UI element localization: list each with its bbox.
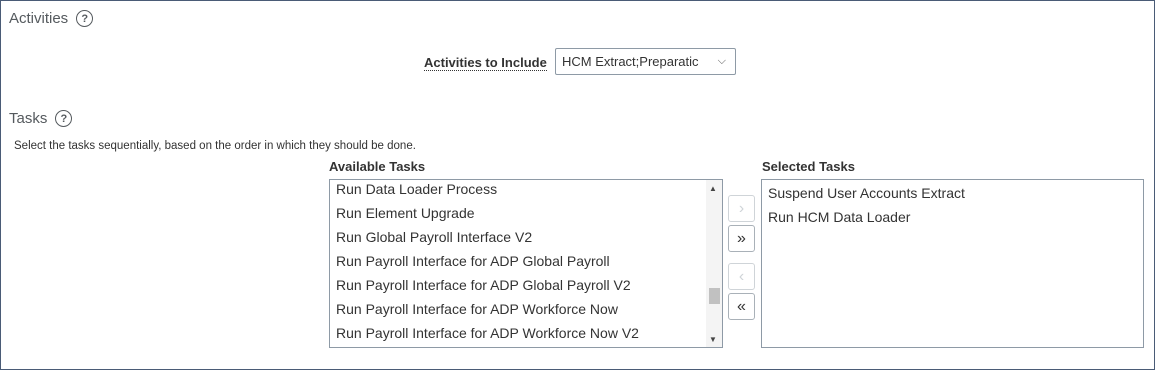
tasks-title-text: Tasks xyxy=(9,110,48,127)
list-item[interactable]: Run Element Upgrade xyxy=(330,201,639,225)
list-item[interactable]: Suspend User Accounts Extract xyxy=(762,181,965,205)
scrollbar-thumb[interactable] xyxy=(709,288,720,304)
list-item[interactable]: Run Payroll Interface for ADP Global Pay… xyxy=(330,249,639,273)
list-item[interactable]: Run Payroll Interface for ADP Workforce … xyxy=(330,297,639,321)
activities-to-include-select[interactable]: HCM Extract;Preparatic ⌵ xyxy=(555,48,736,75)
tasks-instructions: Select the tasks sequentially, based on … xyxy=(14,140,416,152)
list-item[interactable]: Run Payroll Interface for ADP Workforce … xyxy=(330,321,639,345)
selected-tasks-header: Selected Tasks xyxy=(762,159,855,174)
activities-tasks-panel: Activities ? Activities to Include HCM E… xyxy=(0,0,1155,370)
list-item[interactable]: Run Payroll Interface for ADP Global Pay… xyxy=(330,273,639,297)
scroll-up-arrow-icon[interactable]: ▲ xyxy=(709,184,717,193)
help-icon[interactable]: ? xyxy=(55,110,73,127)
scroll-down-arrow-icon[interactable]: ▼ xyxy=(709,335,717,344)
chevron-down-icon[interactable]: ⌵ xyxy=(718,55,726,68)
list-item[interactable]: Run Global Payroll Interface V2 xyxy=(330,225,639,249)
remove-selected-button[interactable]: ‹ xyxy=(728,263,755,290)
activities-section-title: Activities ? xyxy=(9,10,94,27)
available-list-scrollbar[interactable]: ▲ ▼ xyxy=(706,180,722,347)
remove-all-button[interactable]: « xyxy=(728,293,755,320)
help-icon[interactable]: ? xyxy=(76,10,94,27)
move-all-button[interactable]: » xyxy=(728,225,755,252)
available-tasks-header: Available Tasks xyxy=(329,159,426,174)
activities-title-text: Activities xyxy=(9,10,69,27)
available-tasks-list[interactable]: Run Data Loader Process Run Element Upgr… xyxy=(329,179,723,348)
move-selected-button[interactable]: › xyxy=(728,195,755,222)
tasks-section-title: Tasks ? xyxy=(9,110,73,127)
activities-to-include-label: Activities to Include xyxy=(424,55,547,71)
selected-tasks-list[interactable]: Suspend User Accounts Extract Run HCM Da… xyxy=(761,179,1144,348)
list-item[interactable]: Run Data Loader Process xyxy=(330,180,639,201)
list-item[interactable]: Run HCM Data Loader xyxy=(762,205,965,229)
activities-select-value: HCM Extract;Preparatic xyxy=(562,54,699,69)
